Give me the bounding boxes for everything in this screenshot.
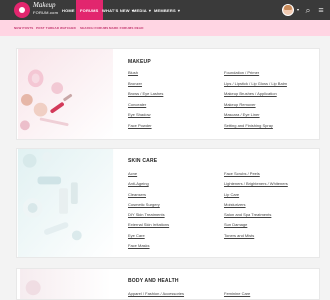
sub-navigation-bar: NEW POSTS POST THREAD WATCHED SEARCH FOR… bbox=[0, 20, 330, 36]
section-title: BODY AND HEALTH bbox=[128, 278, 179, 284]
skin-care-products-image bbox=[17, 149, 114, 257]
forum-link-eye-shadow[interactable]: Eye Shadow bbox=[128, 112, 150, 117]
subnav-post-thread[interactable]: POST THREAD bbox=[36, 26, 59, 30]
avatar-hair bbox=[284, 5, 292, 10]
user-avatar[interactable] bbox=[282, 4, 294, 16]
forum-link-lighteners[interactable]: Lighteners / Brighteners / Whiteners bbox=[224, 181, 288, 186]
forum-link-lips[interactable]: Lips / Lipstick / Lip Gloss / Lip Balm bbox=[224, 81, 287, 86]
forum-link-face-scrubs-peels[interactable]: Face Scrubs / Peels bbox=[224, 171, 260, 176]
nav-media-label: MEDIA bbox=[133, 7, 147, 13]
forum-link-makeup-remover[interactable]: Makeup Remover bbox=[224, 102, 256, 107]
chevron-down-icon: ▾ bbox=[177, 7, 181, 13]
section-title: MAKEUP bbox=[128, 59, 151, 65]
forum-link-toners-mists[interactable]: Toners and Mists bbox=[224, 233, 254, 238]
forum-link-diy-skin-treatments[interactable]: DIY Skin Treatments bbox=[128, 212, 165, 217]
forum-link-foundation-primer[interactable]: Foundation / Primer bbox=[224, 70, 259, 75]
forum-link-sun-damage[interactable]: Sun Damage bbox=[224, 222, 247, 227]
nav-home-label: HOME bbox=[62, 7, 75, 13]
forum-link-external-skin-irritations[interactable]: External Skin Irritations bbox=[128, 222, 169, 227]
logo-subtitle: FORUM.com bbox=[33, 10, 59, 15]
nav-forums[interactable]: FORUMS bbox=[76, 0, 103, 20]
forum-link-acne[interactable]: Acne bbox=[128, 171, 137, 176]
forum-link-moisturizers[interactable]: Moisturizers bbox=[224, 202, 246, 207]
subnav-new-posts[interactable]: NEW POSTS bbox=[14, 26, 33, 30]
forum-link-cleansers[interactable]: Cleansers bbox=[128, 192, 146, 197]
subnav-search-forums[interactable]: SEARCH FORUMS bbox=[80, 26, 108, 30]
forum-link-salon-spa-treatments[interactable]: Salon and Spa Treatments bbox=[224, 212, 271, 217]
forum-link-setting-finishing-spray[interactable]: Setting and Finishing Spray bbox=[224, 123, 273, 128]
subnav-mark-forums-read[interactable]: MARK FORUMS READ bbox=[109, 26, 144, 30]
body-health-image bbox=[20, 269, 111, 299]
makeup-products-image bbox=[18, 49, 113, 139]
nav-whats-new[interactable]: WHAT'S NEW ▾ bbox=[102, 0, 134, 20]
section-card-body-health: BODY AND HEALTH Apparel / Fashion / Acce… bbox=[16, 268, 320, 300]
search-icon[interactable]: ⌕ bbox=[302, 4, 314, 16]
section-card-makeup: MAKEUP Blush Bronzer Brows / Eye Lashes … bbox=[16, 48, 320, 140]
nav-media[interactable]: MEDIA ▾ bbox=[133, 0, 151, 20]
forum-link-apparel-fashion[interactable]: Apparel / Fashion / Accessories bbox=[128, 291, 184, 296]
logo-title[interactable]: Makeup bbox=[33, 2, 56, 9]
forum-link-lip-care[interactable]: Lip Care bbox=[224, 192, 239, 197]
forum-link-concealer[interactable]: Concealer bbox=[128, 102, 146, 107]
forum-link-face-masks[interactable]: Face Masks bbox=[128, 243, 150, 248]
menu-icon[interactable]: ≡ bbox=[315, 4, 327, 16]
nav-members-label: MEMBERS bbox=[154, 7, 176, 13]
chevron-down-icon: ▾ bbox=[148, 7, 152, 13]
forum-link-blush[interactable]: Blush bbox=[128, 70, 138, 75]
subnav-watched[interactable]: WATCHED bbox=[60, 26, 76, 30]
forum-link-feminine-care[interactable]: Feminine Care bbox=[224, 291, 250, 296]
section-card-skin-care: SKIN CARE Acne Anti-Ageing Cleansers Cos… bbox=[16, 148, 320, 258]
forum-link-cosmetic-surgery[interactable]: Cosmetic Surgery bbox=[128, 202, 160, 207]
chevron-down-icon[interactable]: ▾ bbox=[297, 7, 299, 12]
forum-link-anti-ageing[interactable]: Anti-Ageing bbox=[128, 181, 149, 186]
forum-link-eye-care[interactable]: Eye Care bbox=[128, 233, 145, 238]
forum-link-bronzer[interactable]: Bronzer bbox=[128, 81, 142, 86]
logo-mark bbox=[19, 7, 25, 13]
forum-link-brows-eye-lashes[interactable]: Brows / Eye Lashes bbox=[128, 91, 163, 96]
nav-members[interactable]: MEMBERS ▾ bbox=[154, 0, 180, 20]
top-navigation-bar: Makeup FORUM.com HOME FORUMS WHAT'S NEW ▾… bbox=[0, 0, 330, 20]
section-title: SKIN CARE bbox=[128, 158, 158, 164]
forum-link-mascara-eye-liner[interactable]: Mascara / Eye Liner bbox=[224, 112, 260, 117]
logo-icon[interactable] bbox=[14, 2, 30, 18]
forum-link-makeup-brushes[interactable]: Makeup Brushes / Application bbox=[224, 91, 277, 96]
nav-whats-new-label: WHAT'S NEW bbox=[102, 7, 130, 13]
nav-forums-label: FORUMS bbox=[80, 7, 99, 13]
forum-link-face-powder[interactable]: Face Powder bbox=[128, 123, 152, 128]
nav-home[interactable]: HOME bbox=[62, 0, 75, 20]
